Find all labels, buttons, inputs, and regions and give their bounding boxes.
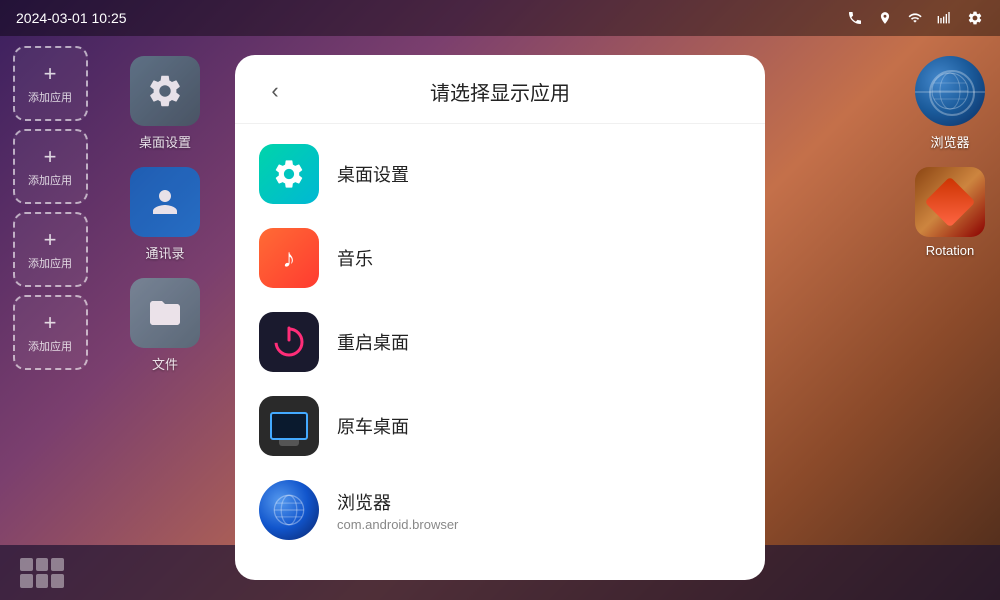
bg-contacts-label: 通讯录 — [145, 243, 184, 262]
add-app-label-4: 添加应用 — [28, 338, 72, 354]
right-browser-label: 浏览器 — [930, 132, 969, 151]
signal-icon — [936, 9, 954, 27]
app-selector-modal: ‹ 请选择显示应用 桌面设置 ♪ 音乐 — [235, 55, 765, 580]
right-app-rotation[interactable]: Rotation — [915, 167, 985, 258]
bg-app-contacts: 通讯录 — [130, 167, 200, 262]
car-screen-wrap — [270, 412, 308, 440]
gear-svg-modal — [272, 157, 306, 191]
list-item-name-music: 音乐 — [337, 245, 373, 271]
list-item-text-music: 音乐 — [337, 245, 373, 271]
add-app-label-2: 添加应用 — [28, 172, 72, 188]
wifi-icon — [906, 9, 924, 27]
bg-files-icon — [130, 278, 200, 348]
right-rotation-label: Rotation — [926, 243, 974, 258]
grid-cell-5 — [36, 574, 49, 588]
browser-globe-svg — [270, 491, 308, 529]
bg-app-desktop-settings: 桌面设置 — [130, 56, 200, 151]
rotation-icon — [915, 167, 985, 237]
bg-contacts-icon — [130, 167, 200, 237]
list-item-restart[interactable]: 重启桌面 — [235, 300, 765, 384]
plus-icon-1: + — [44, 63, 57, 85]
list-icon-car-desktop — [259, 396, 319, 456]
bg-contacts-svg — [147, 184, 183, 220]
modal-title: 请选择显示应用 — [291, 77, 709, 106]
list-item-desktop-settings[interactable]: 桌面设置 — [235, 132, 765, 216]
list-item-browser[interactable]: 浏览器 com.android.browser — [235, 468, 765, 552]
list-icon-browser — [259, 480, 319, 540]
add-app-button-3[interactable]: + 添加应用 — [13, 212, 88, 287]
list-item-name-car: 原车桌面 — [337, 413, 409, 439]
list-icon-music: ♪ — [259, 228, 319, 288]
grid-cell-3 — [51, 558, 64, 572]
plus-icon-3: + — [44, 229, 57, 251]
globe-svg — [928, 69, 972, 113]
right-panel: 浏览器 Rotation — [900, 36, 1000, 600]
bg-files-label: 文件 — [152, 354, 178, 373]
bg-app-files: 文件 — [130, 278, 200, 373]
music-note-icon: ♪ — [283, 243, 296, 274]
grid-cell-1 — [20, 558, 33, 572]
sidebar: + 添加应用 + 添加应用 + 添加应用 + 添加应用 — [0, 36, 100, 600]
globe-icon — [915, 56, 985, 126]
modal-app-list: 桌面设置 ♪ 音乐 重启桌面 — [235, 124, 765, 580]
list-item-text-desktop: 桌面设置 — [337, 161, 409, 187]
power-svg — [271, 324, 307, 360]
bottom-grid-icon — [20, 558, 64, 588]
power-icon-wrap — [271, 324, 307, 360]
phone-icon — [846, 9, 864, 27]
add-app-label-1: 添加应用 — [28, 89, 72, 105]
grid-cell-4 — [20, 574, 33, 588]
list-item-car-desktop[interactable]: 原车桌面 — [235, 384, 765, 468]
add-app-button-2[interactable]: + 添加应用 — [13, 129, 88, 204]
settings-icon[interactable] — [966, 9, 984, 27]
list-icon-restart — [259, 312, 319, 372]
list-item-text-car: 原车桌面 — [337, 413, 409, 439]
list-icon-desktop-settings — [259, 144, 319, 204]
list-item-music[interactable]: ♪ 音乐 — [235, 216, 765, 300]
modal-back-button[interactable]: ‹ — [259, 75, 291, 107]
plus-icon-2: + — [44, 146, 57, 168]
list-item-name-desktop: 桌面设置 — [337, 161, 409, 187]
list-item-name-browser: 浏览器 — [337, 489, 458, 515]
add-app-button-1[interactable]: + 添加应用 — [13, 46, 88, 121]
list-item-text-restart: 重启桌面 — [337, 329, 409, 355]
add-app-label-3: 添加应用 — [28, 255, 72, 271]
list-item-text-browser: 浏览器 com.android.browser — [337, 489, 458, 532]
right-app-browser[interactable]: 浏览器 — [915, 56, 985, 151]
bg-desktop-icon — [130, 56, 200, 126]
modal-header: ‹ 请选择显示应用 — [235, 55, 765, 124]
add-app-button-4[interactable]: + 添加应用 — [13, 295, 88, 370]
datetime: 2024-03-01 10:25 — [16, 10, 127, 26]
plus-icon-4: + — [44, 312, 57, 334]
list-item-sub-browser: com.android.browser — [337, 517, 458, 532]
list-item-name-restart: 重启桌面 — [337, 329, 409, 355]
status-bar: 2024-03-01 10:25 — [0, 0, 1000, 36]
bg-desktop-label: 桌面设置 — [139, 132, 191, 151]
status-icons — [846, 9, 984, 27]
rotation-diamond — [925, 177, 976, 228]
grid-cell-2 — [36, 558, 49, 572]
car-screen-shape — [270, 412, 308, 440]
background-apps: 桌面设置 通讯录 文件 — [100, 36, 230, 600]
grid-cell-6 — [51, 574, 64, 588]
bg-gear-svg — [146, 72, 184, 110]
bg-files-svg — [147, 295, 183, 331]
location-icon — [876, 9, 894, 27]
